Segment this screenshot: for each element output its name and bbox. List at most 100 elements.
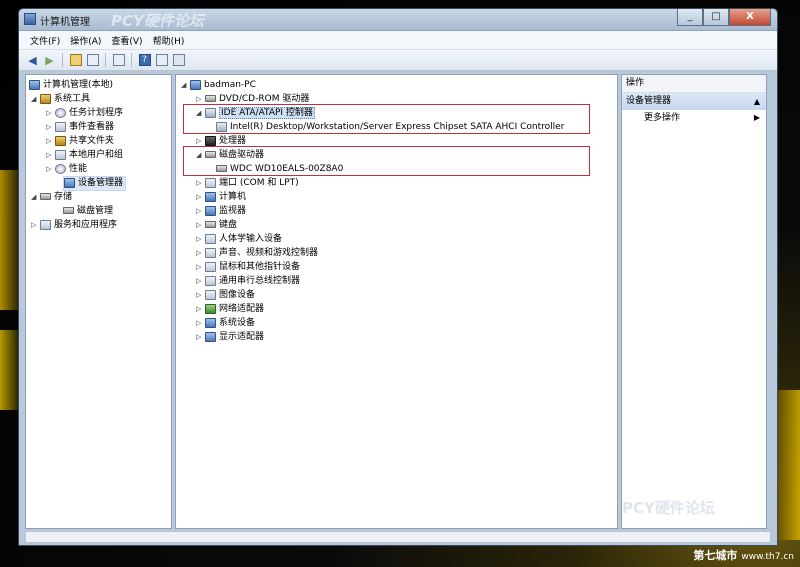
sound-icon bbox=[205, 247, 216, 258]
collapse-up-icon[interactable]: ▲ bbox=[754, 93, 760, 110]
device-category-display[interactable]: ▷ 显示适配器 bbox=[196, 331, 264, 344]
port-icon bbox=[205, 177, 216, 188]
collapsed-arrow-icon[interactable]: ▷ bbox=[196, 177, 205, 190]
device-category-system[interactable]: ▷ 系统设备 bbox=[196, 317, 255, 330]
toolbar-separator bbox=[62, 53, 63, 67]
toolbar-separator bbox=[131, 53, 132, 67]
collapsed-arrow-icon[interactable]: ▷ bbox=[196, 205, 205, 218]
tools-icon bbox=[40, 93, 51, 104]
device-category-sound[interactable]: ▷ 声音、视频和游戏控制器 bbox=[196, 247, 318, 260]
collapsed-arrow-icon[interactable]: ▷ bbox=[196, 303, 205, 316]
help-icon[interactable]: ? bbox=[137, 53, 152, 68]
expand-arrow-icon[interactable]: ◢ bbox=[181, 79, 190, 92]
main-content: 计算机管理(本地) ◢ 系统工具 ▷ 任务计划程序 ▷ 事件查看器 ▷ 共享文件夹 ▷ 本… bbox=[25, 74, 771, 529]
device-category-network[interactable]: ▷ 网络适配器 bbox=[196, 303, 264, 316]
tree-item-system-tools[interactable]: ◢ 系统工具 bbox=[31, 93, 90, 106]
site-url: www.th7.cn bbox=[741, 552, 794, 562]
menu-bar: 文件(F) 操作(A) 查看(V) 帮助(H) bbox=[19, 31, 777, 50]
device-category-hid[interactable]: ▷ 人体学输入设备 bbox=[196, 233, 282, 246]
collapsed-arrow-icon[interactable]: ▷ bbox=[196, 191, 205, 204]
monitor-icon bbox=[205, 205, 216, 216]
actions-header: 操作 bbox=[622, 75, 766, 93]
device-category-ports[interactable]: ▷ 端口 (COM 和 LPT) bbox=[196, 177, 299, 190]
display-adapter-icon bbox=[205, 331, 216, 342]
collapsed-arrow-icon[interactable]: ▷ bbox=[196, 219, 205, 232]
expand-arrow-icon[interactable]: ◢ bbox=[31, 191, 40, 204]
tree-item-services[interactable]: ▷ 服务和应用程序 bbox=[31, 219, 117, 232]
device-category-keyboards[interactable]: ▷ 键盘 bbox=[196, 219, 237, 232]
device-category-monitors[interactable]: ▷ 监视器 bbox=[196, 205, 246, 218]
computer-management-icon bbox=[29, 79, 40, 90]
actions-pane: 操作 设备管理器 ▲ 更多操作 ▶ PCY硬件论坛 bbox=[621, 74, 767, 529]
tree-item-performance[interactable]: ▷ 性能 bbox=[46, 163, 87, 176]
collapsed-arrow-icon[interactable]: ▷ bbox=[196, 261, 205, 274]
computer-management-window: 计算机管理 PCY硬件论坛 _ □ X 文件(F) 操作(A) 查看(V) 帮助… bbox=[18, 8, 778, 546]
menu-file[interactable]: 文件(F) bbox=[25, 31, 65, 49]
tree-item-root[interactable]: 计算机管理(本地) bbox=[29, 79, 113, 92]
collapsed-arrow-icon[interactable]: ▷ bbox=[31, 219, 40, 232]
toolbar-separator bbox=[105, 53, 106, 67]
collapsed-arrow-icon[interactable]: ▷ bbox=[46, 121, 55, 134]
usb-icon bbox=[205, 275, 216, 286]
submenu-arrow-icon: ▶ bbox=[753, 113, 760, 122]
network-adapter-icon bbox=[205, 303, 216, 314]
window-title: 计算机管理 bbox=[40, 17, 90, 28]
tree-item-device-manager[interactable]: 设备管理器 bbox=[63, 176, 127, 191]
disk-management-icon bbox=[63, 207, 74, 214]
minimize-button[interactable]: _ bbox=[677, 9, 703, 26]
device-category-imaging[interactable]: ▷ 图像设备 bbox=[196, 289, 255, 302]
device-category-usb[interactable]: ▷ 通用串行总线控制器 bbox=[196, 275, 300, 288]
toolbar: ◀ ▶ ? bbox=[19, 50, 777, 71]
tree-item-storage[interactable]: ◢ 存储 bbox=[31, 191, 72, 204]
tree-item-shared-folders[interactable]: ▷ 共享文件夹 bbox=[46, 135, 114, 148]
close-button[interactable]: X bbox=[729, 9, 771, 26]
computer-management-icon bbox=[24, 13, 36, 25]
dvd-drive-icon bbox=[205, 95, 216, 102]
services-icon bbox=[40, 219, 51, 230]
tree-item-task-scheduler[interactable]: ▷ 任务计划程序 bbox=[46, 107, 123, 120]
menu-action[interactable]: 操作(A) bbox=[65, 31, 106, 49]
maximize-button[interactable]: □ bbox=[703, 9, 729, 26]
collapsed-arrow-icon[interactable]: ▷ bbox=[196, 289, 205, 302]
more-actions-item[interactable]: 更多操作 ▶ bbox=[622, 110, 766, 126]
collapsed-arrow-icon[interactable]: ▷ bbox=[196, 247, 205, 260]
collapsed-arrow-icon[interactable]: ▷ bbox=[46, 135, 55, 148]
back-arrow-icon[interactable]: ◀ bbox=[25, 53, 40, 68]
scan-icon[interactable] bbox=[171, 53, 186, 68]
system-device-icon bbox=[205, 317, 216, 328]
actions-section-device-manager[interactable]: 设备管理器 ▲ bbox=[622, 93, 766, 110]
collapsed-arrow-icon[interactable]: ▷ bbox=[196, 275, 205, 288]
device-category-computer[interactable]: ▷ 计算机 bbox=[196, 191, 246, 204]
keyboard-icon bbox=[205, 221, 216, 228]
device-tree-pane[interactable]: ◢ badman-PC ▷ DVD/CD-ROM 驱动器 ◢ IDE ATA/ATAP… bbox=[175, 74, 618, 529]
export-list-icon[interactable] bbox=[111, 53, 126, 68]
collapsed-arrow-icon[interactable]: ▷ bbox=[46, 149, 55, 162]
show-tree-icon[interactable] bbox=[85, 53, 100, 68]
forum-watermark-top: PCY硬件论坛 bbox=[111, 12, 204, 30]
console-tree-pane[interactable]: 计算机管理(本地) ◢ 系统工具 ▷ 任务计划程序 ▷ 事件查看器 ▷ 共享文件夹 ▷ 本… bbox=[25, 74, 172, 529]
annotation-box-ide bbox=[183, 104, 590, 134]
properties-icon[interactable] bbox=[154, 53, 169, 68]
collapsed-arrow-icon[interactable]: ▷ bbox=[196, 331, 205, 344]
forward-arrow-icon[interactable]: ▶ bbox=[42, 53, 57, 68]
collapsed-arrow-icon[interactable]: ▷ bbox=[196, 317, 205, 330]
event-viewer-icon bbox=[55, 121, 66, 132]
shared-folder-icon bbox=[55, 135, 66, 146]
collapsed-arrow-icon[interactable]: ▷ bbox=[46, 163, 55, 176]
device-root[interactable]: ◢ badman-PC bbox=[181, 79, 256, 92]
device-manager-icon bbox=[64, 177, 75, 188]
menu-view[interactable]: 查看(V) bbox=[106, 31, 147, 49]
up-folder-icon[interactable] bbox=[68, 53, 83, 68]
tree-item-disk-management[interactable]: 磁盘管理 bbox=[63, 205, 113, 218]
tree-item-event-viewer[interactable]: ▷ 事件查看器 bbox=[46, 121, 114, 134]
menu-help[interactable]: 帮助(H) bbox=[148, 31, 190, 49]
storage-icon bbox=[40, 193, 51, 200]
title-bar[interactable]: 计算机管理 PCY硬件论坛 _ □ X bbox=[19, 9, 777, 31]
device-category-mice[interactable]: ▷ 鼠标和其他指针设备 bbox=[196, 261, 300, 274]
performance-icon bbox=[55, 163, 66, 174]
tree-item-local-users[interactable]: ▷ 本地用户和组 bbox=[46, 149, 123, 162]
expand-arrow-icon[interactable]: ◢ bbox=[31, 93, 40, 106]
annotation-box-disk bbox=[183, 146, 590, 176]
collapsed-arrow-icon[interactable]: ▷ bbox=[196, 233, 205, 246]
collapsed-arrow-icon[interactable]: ▷ bbox=[46, 107, 55, 120]
